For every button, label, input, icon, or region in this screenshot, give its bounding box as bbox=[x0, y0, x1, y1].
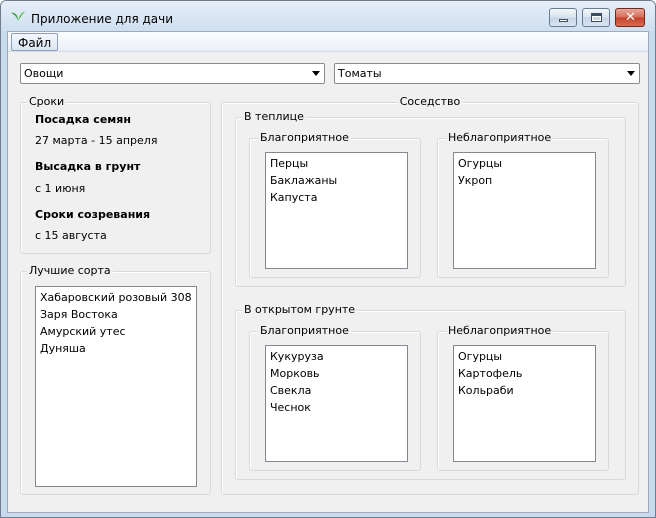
greenhouse-good-list[interactable]: Перцы Баклажаны Капуста bbox=[265, 152, 408, 269]
neighborhood-title: Соседство bbox=[397, 95, 463, 108]
chevron-down-icon bbox=[627, 71, 635, 76]
client-area: Файл Овощи Томаты Сроки Посадка семян 27… bbox=[7, 31, 649, 513]
terms-group-title: Сроки bbox=[27, 95, 67, 108]
open-ground-group: В открытом грунте Благоприятное Кукуруза… bbox=[235, 304, 626, 480]
greenhouse-group: В теплице Благоприятное Перцы Баклажаны Ка… bbox=[235, 111, 626, 287]
neighborhood-group: Соседство В теплице Благоприятное Перцы Б… bbox=[221, 96, 639, 495]
best-varieties-list[interactable]: Хабаровский розовый 308 Заря Востока Амурс… bbox=[35, 286, 197, 487]
open-ground-bad-group: Неблагоприятное Огурцы Картофель Кольраби bbox=[437, 325, 609, 471]
planting-value: с 1 июня bbox=[35, 182, 86, 195]
greenhouse-bad-group: Неблагоприятное Огурцы Укроп bbox=[437, 132, 609, 278]
close-icon: ✕ bbox=[625, 10, 636, 25]
ripening-value: с 15 августа bbox=[35, 229, 107, 242]
list-item[interactable]: Перцы bbox=[270, 155, 403, 172]
title-bar[interactable]: Приложение для дачи ✕ bbox=[1, 1, 655, 31]
app-window: Приложение для дачи ✕ Файл Овощи Томаты … bbox=[0, 0, 656, 518]
ripening-label: Сроки созревания bbox=[35, 208, 151, 221]
greenhouse-good-group: Благоприятное Перцы Баклажаны Капуста bbox=[249, 132, 421, 278]
leaf-icon bbox=[11, 11, 25, 21]
list-item[interactable]: Укроп bbox=[458, 172, 591, 189]
list-item[interactable]: Свекла bbox=[270, 382, 403, 399]
best-varieties-group: Лучшие сорта Хабаровский розовый 308 Заря… bbox=[20, 265, 211, 495]
maximize-button[interactable] bbox=[582, 8, 610, 27]
minimize-button[interactable] bbox=[549, 8, 577, 27]
list-item[interactable]: Кукуруза bbox=[270, 348, 403, 365]
greenhouse-bad-list[interactable]: Огурцы Укроп bbox=[453, 152, 596, 269]
list-item[interactable]: Морковь bbox=[270, 365, 403, 382]
close-button[interactable]: ✕ bbox=[615, 8, 645, 27]
list-item[interactable]: Баклажаны bbox=[270, 172, 403, 189]
sowing-label: Посадка семян bbox=[35, 113, 131, 126]
list-item[interactable]: Огурцы bbox=[458, 155, 591, 172]
sowing-value: 27 марта - 15 апреля bbox=[35, 134, 158, 147]
minimize-icon bbox=[559, 19, 568, 22]
list-item[interactable]: Чеснок bbox=[270, 399, 403, 416]
list-item[interactable]: Заря Востока bbox=[40, 306, 192, 323]
window-title: Приложение для дачи bbox=[31, 12, 174, 26]
list-item[interactable]: Огурцы bbox=[458, 348, 591, 365]
planting-label: Высадка в грунт bbox=[35, 160, 141, 173]
greenhouse-title: В теплице bbox=[242, 110, 306, 123]
open-ground-good-group: Благоприятное Кукуруза Морковь Свекла Чесно… bbox=[249, 325, 421, 471]
list-item[interactable]: Дуняша bbox=[40, 340, 192, 357]
category-select[interactable]: Овощи bbox=[20, 63, 325, 84]
chevron-down-icon bbox=[312, 71, 320, 76]
list-item[interactable]: Амурский утес bbox=[40, 323, 192, 340]
maximize-icon bbox=[591, 13, 602, 22]
open-ground-title: В открытом грунте bbox=[242, 303, 358, 316]
crop-select-value: Томаты bbox=[338, 67, 382, 80]
greenhouse-bad-title: Неблагоприятное bbox=[446, 131, 554, 144]
terms-group: Сроки Посадка семян 27 марта - 15 апреля… bbox=[20, 96, 211, 254]
greenhouse-good-title: Благоприятное bbox=[258, 131, 351, 144]
open-ground-bad-title: Неблагоприятное bbox=[446, 324, 554, 337]
list-item[interactable]: Картофель bbox=[458, 365, 591, 382]
menu-bar: Файл bbox=[8, 32, 648, 52]
open-ground-bad-list[interactable]: Огурцы Картофель Кольраби bbox=[453, 345, 596, 462]
crop-select[interactable]: Томаты bbox=[334, 63, 640, 84]
menu-file[interactable]: Файл bbox=[11, 33, 59, 51]
list-item[interactable]: Кольраби bbox=[458, 382, 591, 399]
category-select-value: Овощи bbox=[24, 67, 64, 80]
best-varieties-title: Лучшие сорта bbox=[27, 264, 113, 277]
list-item[interactable]: Капуста bbox=[270, 189, 403, 206]
open-ground-good-title: Благоприятное bbox=[258, 324, 351, 337]
list-item[interactable]: Хабаровский розовый 308 bbox=[40, 289, 192, 306]
open-ground-good-list[interactable]: Кукуруза Морковь Свекла Чеснок bbox=[265, 345, 408, 462]
